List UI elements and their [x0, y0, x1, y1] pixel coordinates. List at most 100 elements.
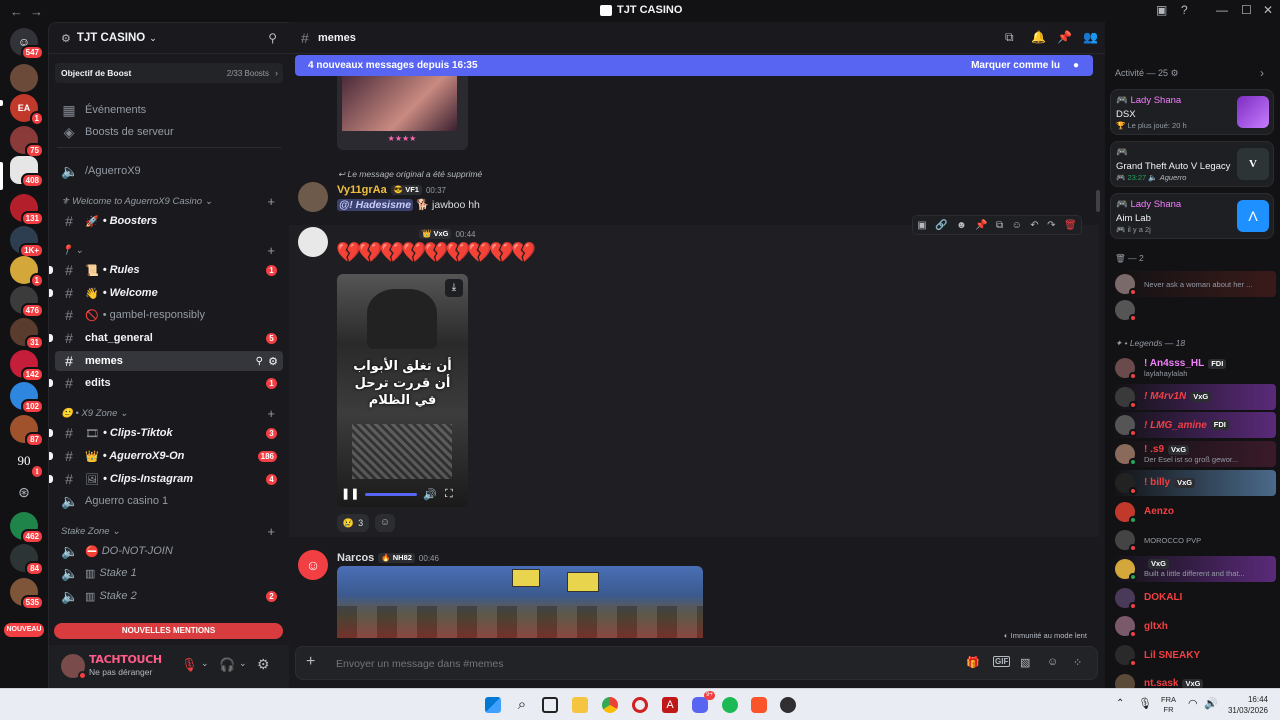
member-item[interactable]: ! billy VxG: [1112, 469, 1276, 496]
obs-icon[interactable]: [780, 697, 796, 713]
category-stake[interactable]: Stake Zone ⌄: [61, 526, 120, 537]
channel-welcome[interactable]: # 👋 • Welcome: [55, 283, 283, 303]
opera-icon[interactable]: [632, 697, 648, 713]
trash-icon[interactable]: 🗑: [1064, 220, 1077, 231]
server-icon[interactable]: 31: [10, 318, 44, 350]
boost-goal-bar[interactable]: Objectif de Boost 2/33 Boosts ›: [55, 63, 283, 83]
member-item[interactable]: ! M4rv1N VxG: [1112, 383, 1276, 410]
gift-icon[interactable]: 🎁: [966, 656, 980, 669]
member-item[interactable]: Never ask a woman about her ...: [1112, 271, 1276, 297]
category-pin[interactable]: 📍 ⌄: [61, 245, 83, 256]
brave-icon[interactable]: [751, 697, 767, 713]
channel-edits[interactable]: # edits 1: [55, 373, 283, 393]
chevron-up-icon[interactable]: ⌃: [1116, 698, 1124, 709]
channel-boosters[interactable]: # 🚀 • Boosters: [55, 211, 283, 231]
message-author[interactable]: Narcos: [337, 552, 374, 564]
add-channel-icon[interactable]: +: [267, 243, 275, 258]
add-channel-icon[interactable]: +: [267, 406, 275, 421]
category-welcome[interactable]: ⚜ Welcome to AguerroX9 Casino ⌄: [61, 196, 213, 207]
image-attachment[interactable]: ★★★★: [337, 76, 468, 150]
reaction[interactable]: 😢 3: [337, 514, 369, 532]
help-icon[interactable]: ?: [1181, 3, 1188, 17]
member-item[interactable]: VxG Built a little different and that...: [1112, 555, 1276, 582]
server-icon[interactable]: 142: [10, 350, 44, 382]
server-icon[interactable]: 535: [10, 578, 44, 610]
fullscreen-icon[interactable]: ⛶: [445, 488, 453, 501]
voice-stake-1[interactable]: 🔈 ▥ Stake 1: [55, 563, 283, 583]
channel-aguerrox9-on[interactable]: # 👑 • AguerroX9-On 186: [55, 446, 283, 466]
pin-icon[interactable]: 📌: [1057, 30, 1072, 44]
forward-arrow-icon[interactable]: →: [30, 4, 44, 19]
activity-card[interactable]: 🎮 Lady Shana Aim Lab 🎮 il y a 2j Λ: [1110, 193, 1274, 239]
file-explorer-icon[interactable]: [572, 697, 588, 713]
emoji-icon[interactable]: ☺: [1012, 220, 1022, 231]
category-x9zone[interactable]: 🙂 • X9 Zone ⌄: [61, 408, 128, 419]
minimize-icon[interactable]: —: [1216, 3, 1228, 17]
new-unreads-pill[interactable]: NOUVEAU: [4, 623, 44, 637]
gif-icon[interactable]: GIF: [993, 656, 1011, 667]
volume-icon[interactable]: 🔊: [1204, 697, 1218, 710]
events-item[interactable]: ▦ Événements: [55, 100, 283, 120]
mark-as-read-button[interactable]: Marquer comme lu: [971, 60, 1060, 71]
video-attachment[interactable]: أن تغلق الأبواب أن قررت ترحل في الظلام ⤓…: [337, 274, 468, 507]
pin-icon[interactable]: 📌: [975, 220, 987, 231]
gear-icon[interactable]: ⚙: [268, 355, 278, 368]
chevron-right-icon[interactable]: ›: [1260, 66, 1264, 80]
add-attachment-button[interactable]: +: [306, 653, 315, 671]
voice-aguerro-casino[interactable]: 🔈 Aguerro casino 1: [55, 491, 283, 511]
server-icon[interactable]: 87: [10, 415, 44, 447]
chevron-down-icon[interactable]: ⌄: [239, 658, 247, 669]
reply-icon[interactable]: ↶: [1030, 220, 1038, 231]
activity-card[interactable]: 🎮 Lady Shana DSX 🏆 Le plus joué: 20 h: [1110, 89, 1274, 135]
message-author[interactable]: Vy11grAa: [337, 184, 387, 196]
member-item[interactable]: gltxh: [1112, 613, 1276, 639]
avatar[interactable]: [298, 182, 328, 212]
member-item[interactable]: MOROCCO PVP: [1112, 527, 1276, 553]
bell-icon[interactable]: 🔔: [1031, 30, 1046, 44]
forward-icon[interactable]: ↷: [1047, 220, 1055, 231]
scrollbar[interactable]: [1096, 190, 1100, 212]
clock[interactable]: 16:44 31/03/2026: [1224, 694, 1268, 716]
server-icon[interactable]: [10, 64, 38, 92]
discord-taskbar-icon[interactable]: 9+: [692, 691, 715, 713]
member-item[interactable]: Lil SNEAKY: [1112, 642, 1276, 668]
channel-rules[interactable]: # 📜 • Rules 1: [55, 260, 283, 280]
channel-gambel-responsibly[interactable]: # 🚫 • gambel-responsibly: [55, 305, 283, 325]
member-item[interactable]: ! .s9 VxG Der Esel ist so groß gewor...: [1112, 441, 1276, 468]
invite-icon[interactable]: ⚲: [256, 356, 263, 367]
close-icon[interactable]: ✕: [1263, 3, 1273, 17]
channel-clips-tiktok[interactable]: # 🎞 • Clips-Tiktok 3: [55, 423, 283, 443]
add-member-icon[interactable]: ⚲: [268, 31, 277, 45]
network-icon[interactable]: ◠: [1188, 697, 1198, 710]
sticker-icon[interactable]: ▧: [1020, 656, 1030, 669]
back-arrow-icon[interactable]: ←: [10, 4, 24, 19]
username[interactable]: TACHTOUCH: [89, 653, 162, 666]
member-item[interactable]: DOKALI: [1112, 585, 1276, 611]
deafen-icon[interactable]: 🎧: [219, 657, 235, 673]
super-reaction-icon[interactable]: ☻: [956, 220, 967, 231]
video-progress[interactable]: [365, 493, 417, 496]
avatar[interactable]: [298, 227, 328, 257]
app-icon[interactable]: ▣: [917, 220, 926, 231]
message-input[interactable]: [336, 656, 836, 672]
activity-card[interactable]: 🎮 Grand Theft Auto V Legacy 🎮 23:27 🔈 Ag…: [1110, 141, 1274, 187]
threads-icon[interactable]: ⧉: [1005, 30, 1014, 45]
volume-icon[interactable]: 🔊: [423, 488, 437, 501]
avatar[interactable]: [61, 654, 87, 680]
gear-icon[interactable]: ⚙: [1171, 68, 1179, 78]
user-mention[interactable]: @! Hadesisme: [337, 199, 414, 211]
microphone-icon[interactable]: 🎙: [1138, 697, 1152, 710]
voice-stake-2[interactable]: 🔈 ▥ Stake 22: [55, 586, 283, 606]
server-icon-tjt-casino[interactable]: 408: [10, 156, 44, 188]
acrobat-icon[interactable]: A: [662, 697, 678, 713]
add-channel-icon[interactable]: +: [267, 194, 275, 209]
windows-start-icon[interactable]: [485, 697, 501, 713]
server-icon[interactable]: 84: [10, 544, 44, 576]
chrome-icon[interactable]: [602, 697, 618, 713]
member-item[interactable]: Aenzo: [1112, 499, 1276, 525]
mercedes-server-icon[interactable]: ⊛: [10, 478, 38, 506]
server-icon[interactable]: 1K+: [10, 226, 44, 258]
voice-do-not-join[interactable]: 🔈 ⛔ DO-NOT-JOIN: [55, 541, 283, 561]
maximize-icon[interactable]: ☐: [1241, 3, 1252, 17]
channel-chat-general[interactable]: # chat_general 5: [55, 328, 283, 348]
